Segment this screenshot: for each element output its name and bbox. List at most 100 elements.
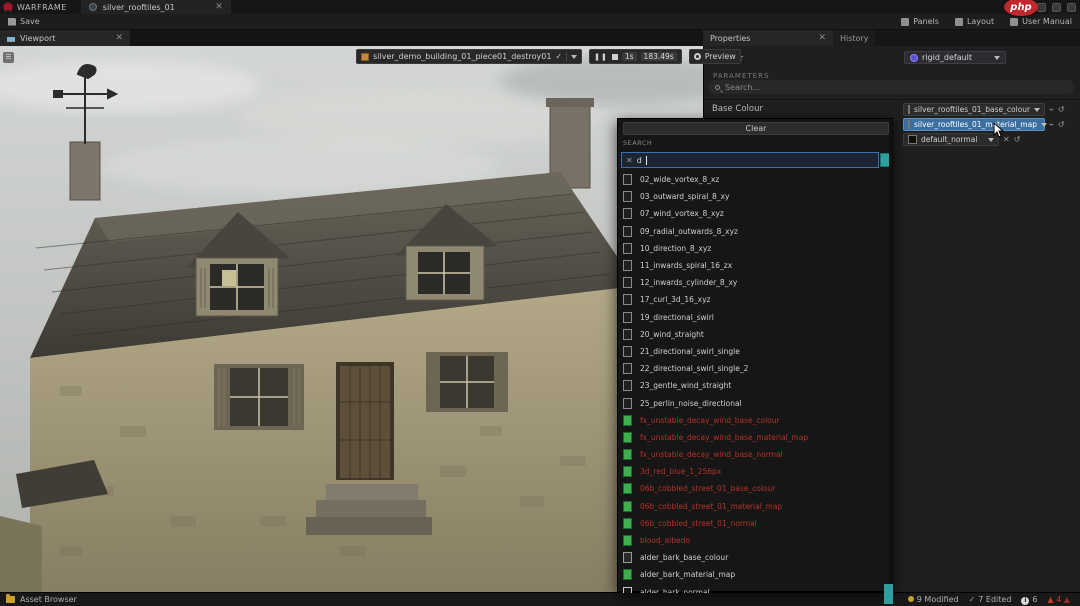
close-icon[interactable]: ✕ [215, 2, 223, 12]
warning-status[interactable]: ▲ 4 ▲ [1048, 595, 1071, 604]
list-item[interactable]: 22_directional_swirl_single_2 [618, 360, 889, 377]
unlink-icon[interactable]: ⌁ [1049, 120, 1054, 129]
search-icon [715, 85, 720, 90]
reset-icon[interactable]: ↺ [1058, 120, 1065, 129]
list-item[interactable]: fx_unstable_decay_wind_base_colour [618, 412, 889, 429]
stop-button[interactable] [612, 54, 618, 60]
clear-button[interactable]: Clear [623, 122, 889, 135]
modified-status[interactable]: 9 Modified [908, 595, 959, 604]
panels-label: Panels [913, 17, 939, 26]
list-item-label: fx_unstable_decay_wind_base_colour [640, 416, 780, 425]
list-item-label: 23_gentle_wind_straight [640, 381, 731, 390]
list-item[interactable]: 06b_cobbled_street_01_normal [618, 515, 889, 532]
check-icon: ✓ [555, 52, 562, 61]
list-item-label: 09_radial_outwards_8_xyz [640, 227, 738, 236]
picker-search-input[interactable]: ✕ d [621, 152, 879, 168]
watermark-social-icon-1 [1037, 3, 1046, 12]
viewport-3d-scene[interactable] [0, 46, 703, 592]
list-item[interactable]: 17_curl_3d_16_xyz [618, 291, 889, 308]
material-map-texture-dropdown[interactable]: silver_rooftiles_01_material_map [903, 118, 1045, 131]
list-item[interactable]: 03_outward_spiral_8_xy [618, 188, 889, 205]
modified-dot-icon [908, 596, 914, 602]
list-item-label: 02_wide_vortex_8_xz [640, 175, 719, 184]
edited-status[interactable]: ✓7 Edited [969, 595, 1012, 604]
list-item[interactable]: 10_direction_8_xyz [618, 240, 889, 257]
list-item[interactable]: 20_wind_straight [618, 326, 889, 343]
list-item[interactable]: 06b_cobbled_street_01_material_map [618, 498, 889, 515]
shader-icon [910, 54, 918, 62]
picker-resize-grip[interactable] [884, 584, 893, 604]
list-item[interactable]: blood_albedo [618, 532, 889, 549]
asset-browser-button[interactable]: Asset Browser [20, 595, 77, 604]
list-item[interactable]: alder_bark_base_colour [618, 549, 889, 566]
picker-scrollbar[interactable] [889, 119, 894, 593]
asset-cube-icon [361, 53, 369, 61]
list-item[interactable]: 06b_cobbled_street_01_base_colour [618, 480, 889, 497]
reset-icon[interactable]: ↺ [1014, 135, 1021, 144]
list-item[interactable]: alder_bark_normal [618, 584, 889, 594]
list-item[interactable]: 12_inwards_cylinder_8_xy [618, 274, 889, 291]
normal-texture-dropdown[interactable]: default_normal [903, 133, 999, 146]
layout-button[interactable]: Layout [947, 14, 1002, 30]
list-item[interactable]: 3d_red_blue_1_256px [618, 463, 889, 480]
list-item[interactable]: 09_radial_outwards_8_xyz [618, 223, 889, 240]
pause-button[interactable]: ❚❚ [594, 53, 608, 61]
house-render [0, 46, 703, 592]
shader-dropdown-value: rigid_default [922, 53, 972, 62]
list-item[interactable]: 11_inwards_spiral_16_zx [618, 257, 889, 274]
list-item[interactable]: 21_directional_swirl_single [618, 343, 889, 360]
texture-thumbnail [623, 535, 632, 546]
list-item-label: fx_unstable_decay_wind_base_normal [640, 450, 783, 459]
toolbar-row: Save Panels Layout User Manual [0, 14, 1080, 30]
list-item[interactable]: 19_directional_swirl [618, 309, 889, 326]
texture-name: silver_rooftiles_01_base_colour [914, 105, 1030, 114]
list-item-label: 06b_cobbled_street_01_normal [640, 519, 757, 528]
texture-thumbnail [623, 415, 632, 426]
preview-button[interactable]: Preview [689, 49, 741, 64]
chevron-down-icon[interactable] [571, 55, 577, 59]
list-item[interactable]: fx_unstable_decay_wind_base_material_map [618, 429, 889, 446]
list-item-label: fx_unstable_decay_wind_base_material_map [640, 433, 808, 442]
texture-name: silver_rooftiles_01_material_map [914, 120, 1037, 129]
texture-picker-popup: Clear SEARCH ✕ d 02_wide_vortex_8_xz03_o… [617, 118, 893, 592]
texture-name: default_normal [921, 135, 977, 144]
preview-label: Preview [705, 52, 736, 61]
shader-dropdown[interactable]: rigid_default [904, 51, 1006, 64]
asset-dropdown[interactable]: silver_demo_building_01_piece01_destroy0… [356, 49, 582, 64]
viewport-menu-icon[interactable]: ☰ [3, 52, 14, 63]
tab-history[interactable]: History [833, 30, 875, 46]
folder-icon [6, 596, 15, 603]
list-item-label: alder_bark_normal [640, 588, 710, 593]
status-bar: Asset Browser 9 Modified ✓7 Edited i6 ▲ … [0, 592, 1080, 606]
close-icon[interactable]: ✕ [115, 33, 123, 43]
list-item[interactable]: 25_perlin_noise_directional [618, 394, 889, 411]
user-manual-button[interactable]: User Manual [1002, 14, 1080, 30]
tab-properties[interactable]: Properties ✕ [703, 30, 833, 46]
list-item[interactable]: alder_bark_material_map [618, 566, 889, 583]
list-item[interactable]: fx_unstable_decay_wind_base_normal [618, 446, 889, 463]
clear-search-icon[interactable]: ✕ [626, 156, 633, 165]
texture-thumbnail [623, 174, 632, 185]
list-item-label: 3d_red_blue_1_256px [640, 467, 721, 476]
list-item-label: 06b_cobbled_street_01_material_map [640, 502, 782, 511]
list-item[interactable]: 02_wide_vortex_8_xz [618, 171, 889, 188]
time-step-value[interactable]: 1s [622, 52, 637, 61]
list-item-label: 25_perlin_noise_directional [640, 399, 742, 408]
document-icon [89, 3, 97, 11]
time-total-value[interactable]: 183.49s [641, 52, 677, 61]
close-icon[interactable]: ✕ [818, 33, 826, 43]
save-button[interactable]: Save [0, 14, 48, 30]
document-tab[interactable]: silver_rooftiles_01 ✕ [81, 0, 231, 14]
list-item-label: 10_direction_8_xyz [640, 244, 711, 253]
reset-icon[interactable]: ↺ [1058, 105, 1065, 114]
base-colour-texture-dropdown[interactable]: silver_rooftiles_01_base_colour [903, 103, 1045, 116]
base-colour-label: Base Colour [712, 104, 763, 114]
unlink-icon[interactable]: ⌁ [1049, 105, 1054, 114]
panels-button[interactable]: Panels [893, 14, 947, 30]
list-item[interactable]: 07_wind_vortex_8_xyz [618, 205, 889, 222]
info-status[interactable]: i6 [1021, 595, 1037, 605]
parameter-search-input[interactable]: Search... [708, 80, 1074, 94]
list-item[interactable]: 23_gentle_wind_straight [618, 377, 889, 394]
texture-thumbnail [623, 294, 632, 305]
tab-viewport[interactable]: Viewport ✕ [0, 30, 130, 46]
